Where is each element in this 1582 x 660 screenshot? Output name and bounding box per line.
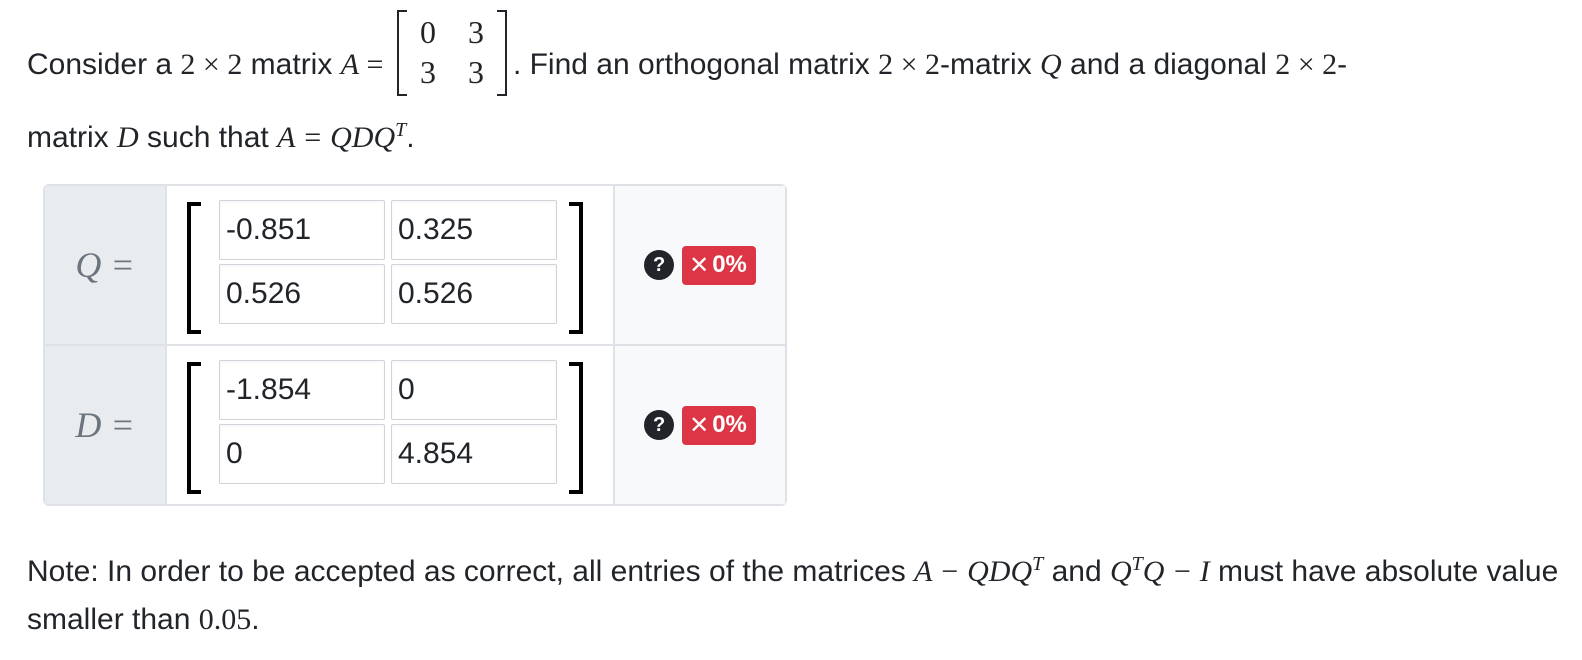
answer-label-d: D = (45, 346, 165, 504)
score-value: 0% (712, 411, 747, 438)
matrix-a-symbol: A (340, 47, 360, 81)
answer-row-d: D = ? ✕ 0% (45, 344, 785, 504)
matrix-a-cell: 3 (467, 54, 484, 90)
right-bracket (569, 362, 583, 494)
matrix-input-d (165, 346, 615, 504)
right-bracket (569, 202, 583, 334)
dimension-math: 2 × 2 (180, 47, 243, 81)
matrix-d-cell-1-2[interactable] (391, 360, 557, 420)
left-bracket (187, 362, 201, 494)
prompt-text: . (406, 121, 415, 154)
dimension-math: 2 × 2 (1275, 47, 1338, 81)
prompt-line-1: Consider a 2 × 2 matrix A = 0 3 3 3 . Fi… (27, 10, 1348, 96)
score-value: 0% (712, 251, 747, 278)
matrix-q-symbol: Q (1040, 47, 1062, 81)
prompt-text: - (1337, 47, 1348, 81)
prompt-text: . Find an orthogonal matrix (512, 47, 879, 81)
note-part: and (1043, 555, 1110, 588)
matrix-q-cell-2-2[interactable] (391, 264, 557, 324)
matrix-d-cell-2-1[interactable] (219, 424, 385, 484)
matrix-q-cell-1-1[interactable] (219, 200, 385, 260)
note-math: Q − I (1142, 555, 1210, 588)
left-bracket (187, 202, 201, 334)
dimension-math: 2 × 2 (878, 47, 941, 81)
transpose-superscript: T (1131, 553, 1143, 575)
note-math: A − QDQ (914, 555, 1033, 588)
prompt-text: such that (138, 121, 278, 154)
matrix-a: 0 3 3 3 (396, 8, 507, 96)
matrix-a-cell: 3 (419, 54, 436, 90)
note-part: . (251, 603, 260, 636)
matrix-input-q (165, 186, 615, 344)
answer-label-q: Q = (45, 186, 165, 344)
matrix-d-symbol: D (117, 121, 139, 154)
note-part: Note: In order to be accepted as correct… (27, 555, 915, 588)
help-icon[interactable]: ? (644, 250, 675, 280)
matrix-d-cell-1-1[interactable] (219, 360, 385, 420)
matrix-q-cell-2-1[interactable] (219, 264, 385, 324)
prompt-text: Consider a (27, 47, 181, 81)
matrix-a-cell: 3 (467, 14, 484, 50)
label-text: Q = (75, 245, 135, 285)
note-text: Note: In order to be accepted as correct… (27, 540, 1572, 644)
answer-row-q: Q = ? ✕ 0% (45, 186, 785, 344)
equals-sign: = (359, 47, 391, 81)
label-text: D = (75, 405, 135, 445)
decomposition-formula: A = QDQ (277, 121, 396, 154)
prompt-text: -matrix (940, 47, 1041, 81)
transpose-superscript: T (1032, 553, 1044, 575)
matrix-a-right-bracket (496, 10, 507, 96)
help-icon[interactable]: ? (644, 410, 675, 440)
note-math: 0.05 (198, 603, 252, 636)
matrix-q-cell-1-2[interactable] (391, 200, 557, 260)
prompt-text: and a diagonal (1061, 47, 1276, 81)
prompt-text: matrix (242, 47, 341, 81)
note-math: Q (1110, 555, 1132, 588)
matrix-a-left-bracket (396, 10, 407, 96)
prompt-line-2: matrix D such that A = QDQT. (27, 110, 415, 158)
transpose-superscript: T (395, 119, 407, 141)
score-badge: ✕ 0% (682, 405, 756, 445)
matrix-a-cell: 0 (419, 14, 436, 50)
answer-table: Q = ? ✕ 0% D = (43, 184, 787, 506)
status-d: ? ✕ 0% (615, 346, 785, 504)
matrix-grid-q (219, 200, 557, 324)
close-icon: ✕ (689, 411, 710, 439)
score-badge: ✕ 0% (682, 245, 756, 285)
status-q: ? ✕ 0% (615, 186, 785, 344)
matrix-grid-d (219, 360, 557, 484)
prompt-text: matrix (27, 121, 117, 154)
matrix-d-cell-2-2[interactable] (391, 424, 557, 484)
close-icon: ✕ (689, 251, 710, 279)
